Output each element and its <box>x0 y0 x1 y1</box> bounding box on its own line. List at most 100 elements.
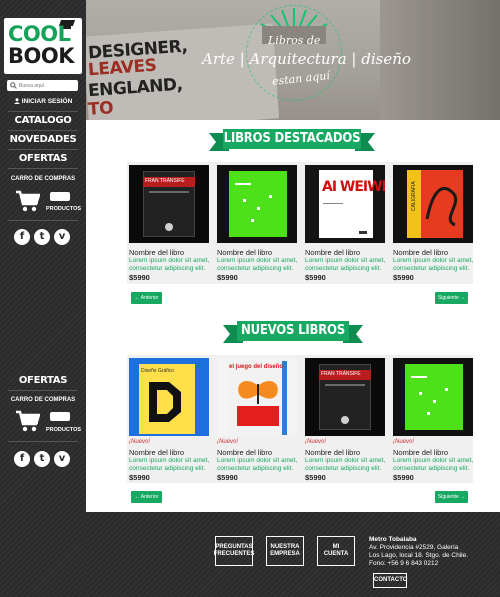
address-line: Metro Tobalaba <box>369 536 417 543</box>
calligraphy-mark <box>425 187 458 227</box>
book-cover[interactable]: FRAN TRÁNSIFE <box>129 165 209 243</box>
new-ribbon: NUEVOS LIBROS <box>223 321 363 343</box>
vimeo-icon[interactable]: v <box>54 229 70 245</box>
book-price: $5990 <box>305 473 326 482</box>
logo-line-1: COOL <box>8 22 71 46</box>
nav-novedades[interactable]: NOVEDADES <box>0 134 86 145</box>
book-cover[interactable]: CALIGRAFIA <box>393 165 473 243</box>
cart-icon[interactable] <box>16 410 40 432</box>
pixel-letter-d <box>149 382 181 422</box>
book-description: Lorem ipsum dolor sit amet, consectetur … <box>393 457 474 472</box>
book-price: $5990 <box>393 273 414 282</box>
divider <box>8 168 78 169</box>
book-description: Lorem ipsum dolor sit amet, consectetur … <box>305 257 386 272</box>
social-links: f t v <box>14 229 70 245</box>
book-price: $5990 <box>217 473 238 482</box>
new-prev-button[interactable]: ← Anterior <box>131 491 162 503</box>
hero-text-top: Libros de <box>268 34 321 47</box>
book-cover[interactable]: AI WEIWEI <box>305 165 385 243</box>
address-line: Fono: +56 9 6 843 0212 <box>369 560 439 567</box>
cart-title-2: CARRO DE COMPRAS <box>10 397 76 403</box>
divider <box>8 390 78 391</box>
login-label: INICIAR SESIÓN <box>21 98 73 105</box>
book-cover[interactable]: Diseño Gráfico <box>129 358 209 436</box>
book-card[interactable]: Diseño Gráfico ¡Nuevo! Nombre del libro … <box>127 355 209 483</box>
book-description: Lorem ipsum dolor sit amet, consectetur … <box>129 457 210 472</box>
featured-title: LIBROS DESTACADOS <box>223 129 361 149</box>
book-name[interactable]: Nombre del libro <box>305 448 360 457</box>
new-tag: ¡Nuevo! <box>393 439 415 445</box>
book-name[interactable]: Nombre del libro <box>393 248 448 257</box>
new-tag: ¡Nuevo! <box>305 439 327 445</box>
account-line: CUENTA <box>323 551 349 557</box>
book-name[interactable]: Nombre del libro <box>129 248 184 257</box>
faq-link[interactable]: PREGUNTAS FRECUENTES <box>213 536 255 566</box>
cart-count-badge <box>50 192 70 201</box>
login-link[interactable]: INICIAR SESIÓN <box>0 98 86 105</box>
new-next-button[interactable]: Siguiente → <box>435 491 468 503</box>
facebook-icon[interactable]: f <box>14 451 30 467</box>
contact-button[interactable]: CONTACTO <box>373 573 407 588</box>
company-link[interactable]: NUESTRA EMPRESA <box>266 536 304 566</box>
book-card[interactable]: Nombre del libro Lorem ipsum dolor sit a… <box>215 162 297 284</box>
account-line: MI <box>332 544 340 550</box>
coolbook-logo[interactable]: COOL BOOK <box>4 18 82 74</box>
nav-ofertas-2[interactable]: OFERTAS <box>0 375 86 386</box>
cover-title: Diseño Gráfico <box>141 368 175 374</box>
book-price: $5990 <box>393 473 414 482</box>
cart-icon[interactable] <box>16 190 40 212</box>
book-price: $5990 <box>129 473 150 482</box>
book-description: Lorem ipsum dolor sit amet, consectetur … <box>217 257 298 272</box>
cart-products-label-2: PRODUCTOS <box>46 427 82 433</box>
book-name[interactable]: Nombre del libro <box>305 248 360 257</box>
book-card[interactable]: CALIGRAFIA Nombre del libro Lorem ipsum … <box>391 162 473 284</box>
book-card[interactable]: FRAN TRÁNSIFE Nombre del libro Lorem ips… <box>127 162 209 284</box>
nav-ofertas[interactable]: OFERTAS <box>0 153 86 164</box>
social-links-2: f t v <box>14 451 70 467</box>
vimeo-icon[interactable]: v <box>54 451 70 467</box>
book-card[interactable]: FRAN TRÁNSIFE ¡Nuevo! Nombre del libro L… <box>303 355 385 483</box>
new-tag: ¡Nuevo! <box>129 439 151 445</box>
search-icon[interactable] <box>10 82 17 89</box>
faq-line: PREGUNTAS <box>215 544 253 550</box>
book-name[interactable]: Nombre del libro <box>217 448 272 457</box>
book-name[interactable]: Nombre del libro <box>217 248 272 257</box>
book-name[interactable]: Nombre del libro <box>393 448 448 457</box>
book-price: $5990 <box>305 273 326 282</box>
facebook-icon[interactable]: f <box>14 229 30 245</box>
twitter-icon[interactable]: t <box>34 451 50 467</box>
twitter-icon[interactable]: t <box>34 229 50 245</box>
book-card[interactable]: ¡Nuevo! Nombre del libro Lorem ipsum dol… <box>391 355 473 483</box>
book-price: $5990 <box>129 273 150 282</box>
divider <box>8 220 78 221</box>
featured-next-button[interactable]: Siguiente → <box>435 292 468 304</box>
book-cover[interactable]: FRAN TRÁNSIFE <box>305 358 385 436</box>
footer: PREGUNTAS FRECUENTES NUESTRA EMPRESA MI CUE… <box>86 512 500 597</box>
book-cover[interactable] <box>217 165 297 243</box>
book-description: Lorem ipsum dolor sit amet, consectetur … <box>305 457 386 472</box>
book-card[interactable]: el juego del diseño ¡Nuevo! Nombre del l… <box>215 355 297 483</box>
account-link[interactable]: MI CUENTA <box>317 536 355 566</box>
book-price: $5990 <box>217 273 238 282</box>
hero-text-main: Arte | Arquitectura | diseño <box>202 50 411 68</box>
search-box[interactable] <box>7 80 78 91</box>
user-icon <box>13 98 20 104</box>
search-input[interactable] <box>19 81 75 90</box>
book-cover[interactable]: el juego del diseño <box>217 358 297 436</box>
featured-prev-button[interactable]: ← Anterior <box>131 292 162 304</box>
book-name[interactable]: Nombre del libro <box>129 448 184 457</box>
book-description: Lorem ipsum dolor sit amet, consectetur … <box>129 257 210 272</box>
sidebar: COOL BOOK INICIAR SESIÓN CATALOGO NOVEDA… <box>0 0 86 597</box>
book-description: Lorem ipsum dolor sit amet, consectetur … <box>217 457 298 472</box>
divider <box>8 149 78 150</box>
book-card[interactable]: AI WEIWEI Nombre del libro Lorem ipsum d… <box>303 162 385 284</box>
cover-title: FRAN TRÁNSIFE <box>321 371 361 377</box>
main-content: LIBROS DESTACADOS FRAN TRÁNSIFE Nombre d… <box>86 120 500 512</box>
address-line: Av. Providencia #2529, Galería <box>369 544 459 551</box>
faq-line: FRECUENTES <box>213 551 255 557</box>
cover-title: FRAN TRÁNSIFE <box>145 178 185 184</box>
logo-line-2: BOOK <box>8 44 74 68</box>
nav-catalogo[interactable]: CATALOGO <box>0 115 86 126</box>
divider <box>8 111 78 112</box>
book-cover[interactable] <box>393 358 473 436</box>
